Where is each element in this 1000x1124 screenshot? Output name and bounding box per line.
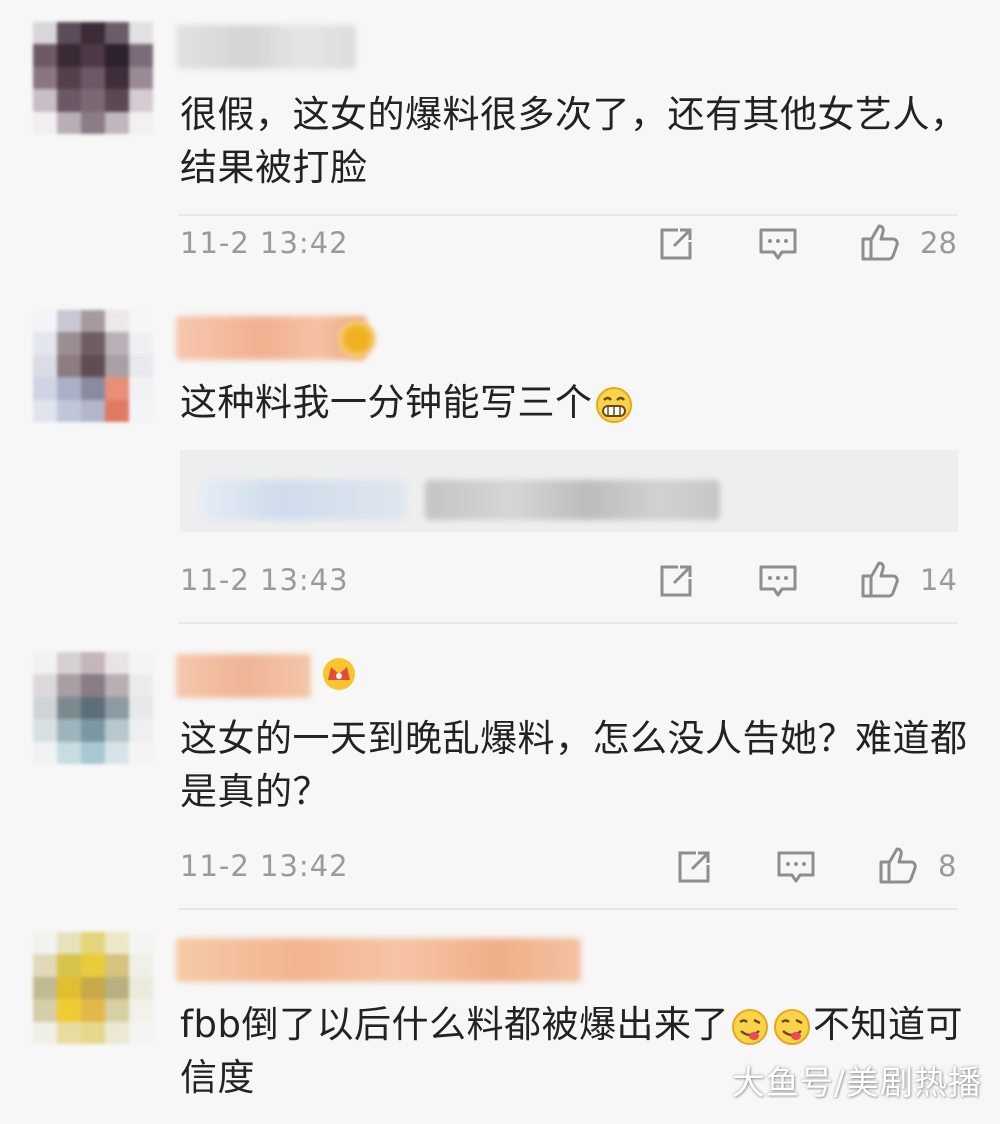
username[interactable] [176, 654, 311, 698]
comment-item: 这种料我一分钟能写三个 11-2 13:43 14 [0, 288, 1000, 624]
thumbs-up-icon[interactable] [860, 559, 900, 599]
share-icon[interactable] [656, 561, 696, 601]
comment-text-content: fbb倒了以后什么料都被爆出来了 [180, 1003, 729, 1046]
quoted-reply[interactable] [180, 450, 958, 532]
quoted-username [200, 480, 405, 520]
vip-badge-icon [320, 654, 358, 692]
comment-text: 这种料我一分钟能写三个 [180, 376, 970, 429]
share-icon[interactable] [674, 847, 714, 887]
avatar[interactable] [33, 310, 153, 422]
quoted-text [425, 480, 720, 520]
username[interactable] [176, 25, 356, 69]
comment-item: 很假，这女的爆料很多次了，还有其他女艺人，结果被打脸 11-2 13:42 28 [0, 0, 1000, 288]
watermark: 大鱼号/美剧热播 [731, 1063, 982, 1102]
yum-emoji [732, 1008, 768, 1045]
divider [178, 214, 958, 216]
share-icon[interactable] [656, 224, 696, 264]
comment-time: 11-2 13:43 [180, 563, 349, 597]
thumbs-up-icon[interactable] [878, 845, 918, 885]
comment-item: 这女的一天到晚乱爆料，怎么没人告她？难道都是真的？ 11-2 13:42 8 [0, 624, 1000, 910]
thumbs-up-icon[interactable] [860, 222, 900, 262]
like-count: 14 [920, 563, 957, 597]
grin-emoji [595, 386, 632, 423]
avatar[interactable] [33, 932, 153, 1044]
comment-icon[interactable] [758, 224, 798, 264]
comment-icon[interactable] [776, 847, 816, 887]
comment-text-content: 这种料我一分钟能写三个 [180, 381, 593, 424]
like-count: 8 [938, 849, 957, 883]
username[interactable] [176, 938, 581, 982]
like-count: 28 [920, 226, 957, 260]
comment-text: 这女的一天到晚乱爆料，怎么没人告她？难道都是真的？ [180, 717, 968, 813]
comment-icon[interactable] [758, 561, 798, 601]
vip-badge-icon [338, 320, 376, 358]
avatar[interactable] [33, 22, 153, 134]
comment-time: 11-2 13:42 [180, 849, 349, 883]
comment-time: 11-2 13:42 [180, 226, 349, 260]
comment-text: 很假，这女的爆料很多次了，还有其他女艺人，结果被打脸 [180, 93, 968, 189]
yum-emoji [774, 1008, 810, 1045]
avatar[interactable] [33, 652, 153, 764]
